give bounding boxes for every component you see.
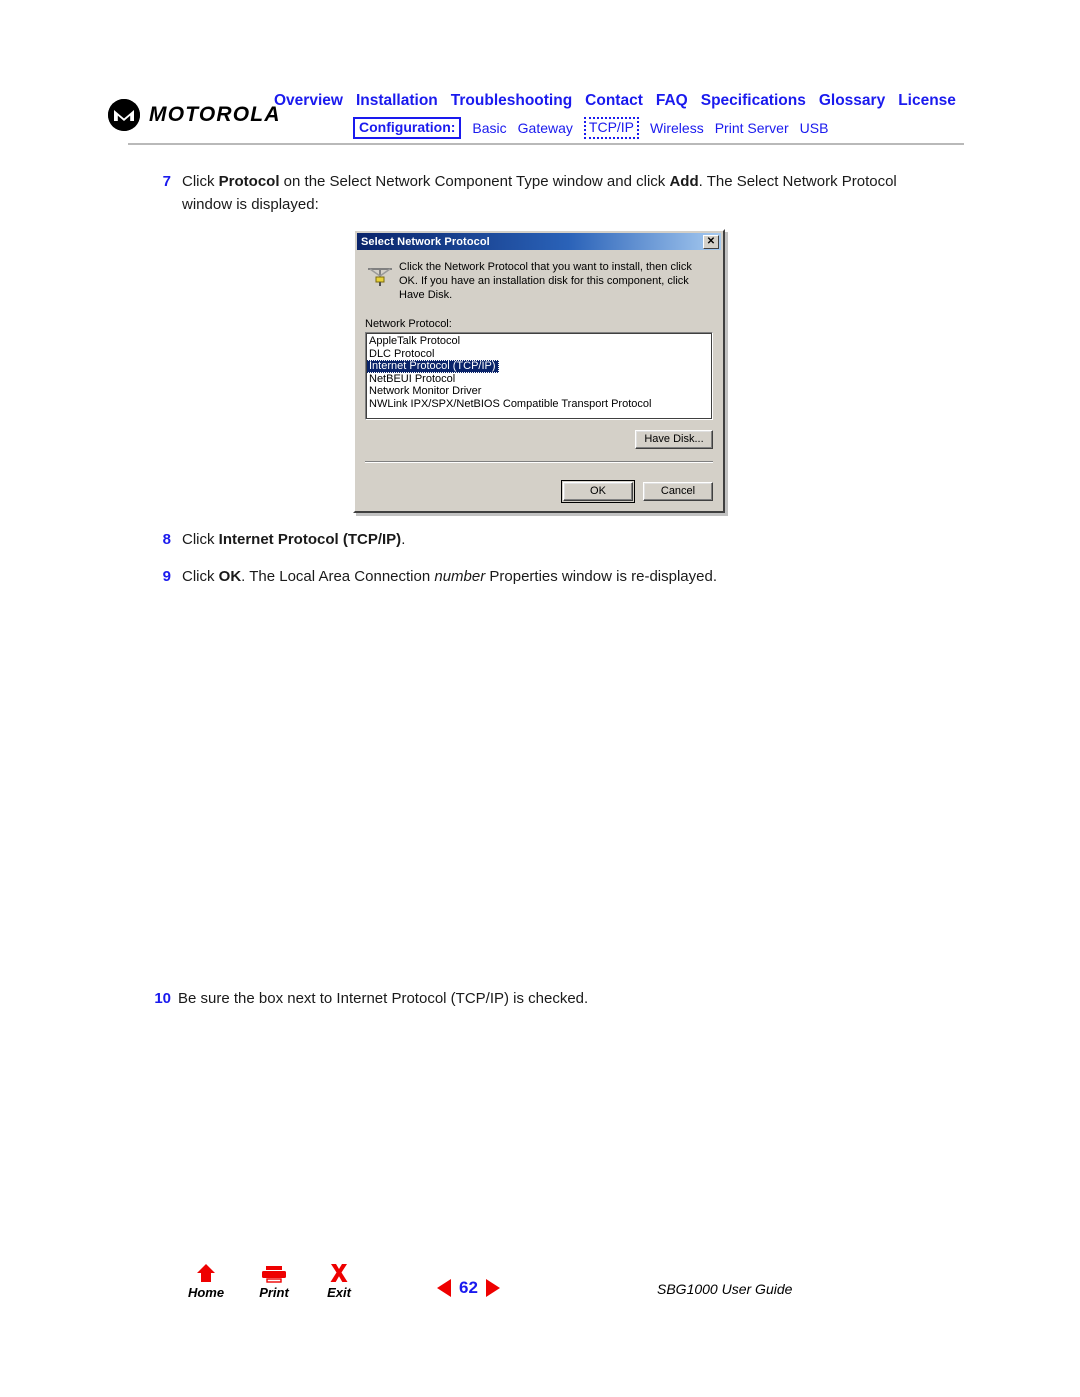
home-icon — [174, 1258, 238, 1284]
step-8: 8 Click Internet Protocol (TCP/IP). — [141, 528, 941, 551]
nav-item-overview[interactable]: Overview — [274, 92, 343, 110]
step-8-text: Click Internet Protocol (TCP/IP). — [182, 528, 941, 551]
home-button[interactable]: Home — [174, 1258, 238, 1300]
page-navigation: 62 — [437, 1278, 500, 1298]
list-item[interactable]: NetBEUI Protocol — [366, 373, 712, 386]
have-disk-row: Have Disk... — [365, 430, 713, 449]
step-7: 7 Click Protocol on the Select Network C… — [141, 170, 941, 216]
nav-item-installation[interactable]: Installation — [356, 92, 438, 110]
cancel-button[interactable]: Cancel — [643, 482, 713, 501]
list-item[interactable]: NWLink IPX/SPX/NetBIOS Compatible Transp… — [366, 398, 712, 411]
subnav-item-basic[interactable]: Basic — [472, 120, 506, 136]
next-page-icon[interactable] — [485, 1279, 500, 1297]
nav-item-faq[interactable]: FAQ — [656, 92, 688, 110]
nav-item-glossary[interactable]: Glossary — [819, 92, 885, 110]
brand-wordmark: MOTOROLA — [149, 103, 281, 126]
subnav-item-tcpip[interactable]: TCP/IP — [583, 117, 640, 139]
step-8-part1: Click — [182, 531, 219, 548]
step-8-number: 8 — [162, 531, 171, 548]
close-icon[interactable]: ✕ — [703, 234, 719, 249]
close-x-icon — [307, 1258, 371, 1284]
print-label: Print — [259, 1285, 289, 1300]
step-7-bold-protocol: Protocol — [218, 173, 280, 190]
step-7-text: Click Protocol on the Select Network Com… — [182, 170, 941, 216]
step-10-number: 10 — [154, 990, 171, 1007]
exit-button[interactable]: Exit — [307, 1258, 371, 1300]
step-9-part1: Click — [182, 568, 219, 585]
motorola-logo: MOTOROLA — [108, 99, 281, 131]
motorola-batwing-icon — [108, 99, 140, 131]
step-7-number: 7 — [162, 173, 171, 190]
dialog-instruction-text: Click the Network Protocol that you want… — [399, 261, 692, 301]
page-header: MOTOROLA Overview Installation Troublesh… — [0, 0, 1080, 150]
network-protocol-label: Network Protocol: — [365, 318, 452, 330]
step-9-text: Click OK. The Local Area Connection numb… — [182, 565, 941, 588]
home-label: Home — [187, 1285, 225, 1300]
nav-item-contact[interactable]: Contact — [585, 92, 643, 110]
protocol-listbox[interactable]: AppleTalk Protocol DLC Protocol Internet… — [365, 332, 713, 420]
step-8-part2: . — [401, 531, 406, 548]
dialog-separator — [365, 461, 713, 463]
subnav-item-print-server[interactable]: Print Server — [715, 120, 789, 136]
step-8-bold-tcpip: Internet Protocol (TCP/IP) — [218, 531, 402, 548]
step-7-bold-add: Add — [669, 173, 699, 190]
list-item[interactable]: DLC Protocol — [366, 348, 712, 361]
secondary-nav: Configuration: Basic Gateway TCP/IP Wire… — [353, 117, 974, 139]
printer-icon — [242, 1258, 306, 1284]
step-9-bold-ok: OK — [218, 568, 242, 585]
step-7-part1: Click — [182, 173, 219, 190]
dialog-title: Select Network Protocol — [361, 235, 490, 248]
page-number: 62 — [459, 1278, 478, 1297]
header-navigation: Overview Installation Troubleshooting Co… — [274, 92, 974, 139]
step-10-text: Be sure the box next to Internet Protoco… — [178, 990, 589, 1007]
subnav-item-usb[interactable]: USB — [800, 120, 829, 136]
exit-label: Exit — [327, 1285, 351, 1300]
list-item[interactable]: AppleTalk Protocol — [366, 335, 712, 348]
dialog-instruction-row: Click the Network Protocol that you want… — [365, 259, 713, 302]
select-network-protocol-dialog: Select Network Protocol ✕ Click the Netw… — [353, 229, 725, 513]
nav-item-troubleshooting[interactable]: Troubleshooting — [451, 92, 572, 110]
have-disk-button[interactable]: Have Disk... — [635, 430, 713, 449]
nav-item-license[interactable]: License — [898, 92, 956, 110]
configuration-label[interactable]: Configuration: — [353, 117, 462, 139]
list-item-selected[interactable]: Internet Protocol (TCP/IP) — [366, 360, 499, 373]
network-protocol-icon — [365, 259, 399, 291]
subnav-item-gateway[interactable]: Gateway — [518, 120, 573, 136]
step-9: 9 Click OK. The Local Area Connection nu… — [141, 565, 941, 588]
primary-nav: Overview Installation Troubleshooting Co… — [274, 92, 974, 110]
list-item[interactable]: Network Monitor Driver — [366, 385, 712, 398]
previous-page-icon[interactable] — [437, 1279, 451, 1297]
step-9-part2: . The Local Area Connection — [241, 568, 435, 585]
nav-item-specifications[interactable]: Specifications — [701, 92, 806, 110]
print-button[interactable]: Print — [242, 1258, 306, 1300]
subnav-item-wireless[interactable]: Wireless — [650, 120, 704, 136]
step-9-part3: Properties window is re-displayed. — [485, 568, 717, 585]
step-9-number: 9 — [162, 568, 171, 585]
step-10: 10 Be sure the box next to Internet Prot… — [137, 987, 937, 1010]
ok-button[interactable]: OK — [561, 480, 635, 503]
dialog-body: Click the Network Protocol that you want… — [355, 250, 723, 472]
header-divider — [128, 143, 964, 145]
step-7-part2: on the Select Network Component Type win… — [279, 173, 670, 190]
dialog-footer: OK Cancel — [355, 472, 723, 511]
dialog-titlebar: Select Network Protocol ✕ — [357, 233, 721, 250]
step-9-italic-number: number — [434, 568, 486, 585]
guide-title: SBG1000 User Guide — [657, 1281, 793, 1297]
